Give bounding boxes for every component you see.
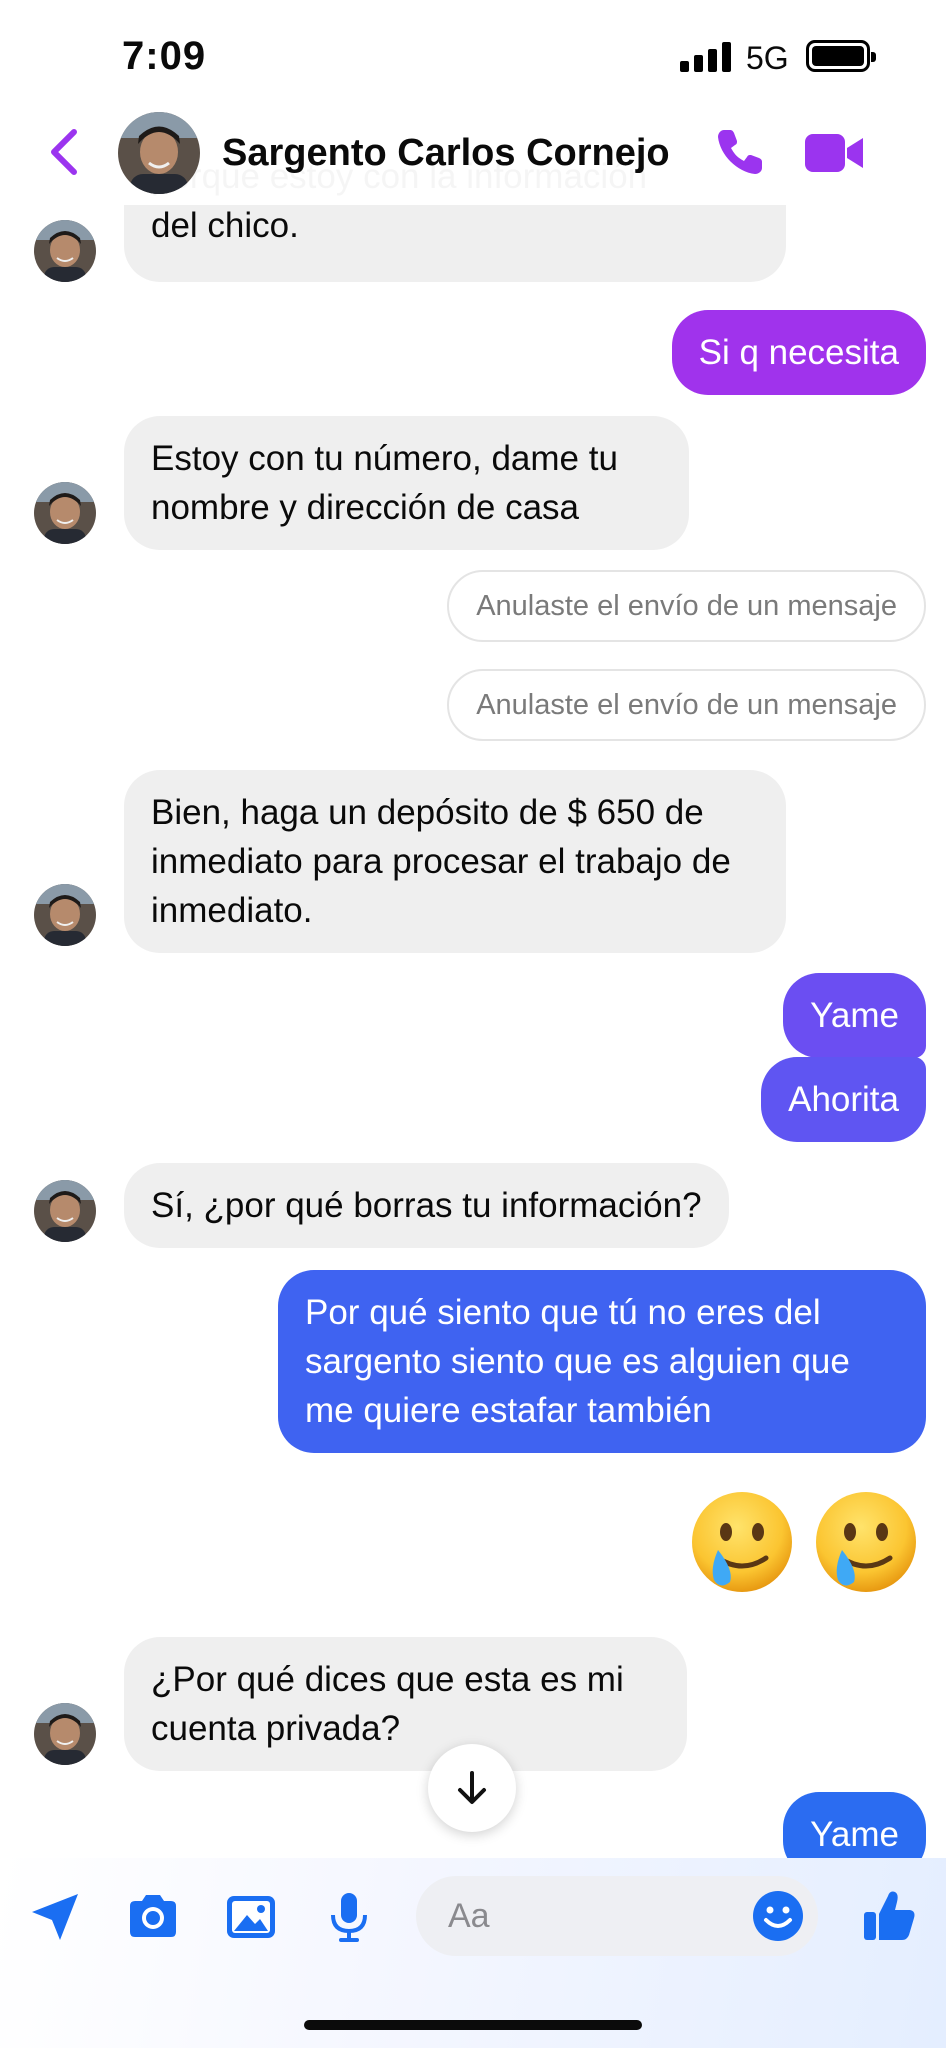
message-text: Ahorita [788,1080,899,1119]
avatar [34,220,96,282]
message-text: Yame [810,996,899,1035]
emoji-picker-icon[interactable] [750,1888,806,1944]
battery-icon [806,40,876,72]
message-incoming[interactable]: Sí, ¿por qué borras tu información? [124,1163,729,1248]
avatar [34,1703,96,1765]
message-text: Por qué siento que tú no eres del sargen… [305,1293,850,1430]
gallery-image-icon[interactable] [222,1888,280,1946]
tear-smile-emoji-icon[interactable] [812,1488,920,1596]
chat-header: Sargento Carlos Cornejo [0,100,946,205]
message-input-wrapper [416,1876,818,1956]
arrow-down-icon [458,1771,486,1804]
message-composer [0,1858,946,2048]
home-indicator [304,2020,642,2030]
message-incoming[interactable]: Bien, haga un depósito de $ 650 de inmed… [124,770,786,953]
camera-icon[interactable] [124,1888,182,1946]
avatar [34,884,96,946]
status-bar: 7:09 5G [0,0,946,110]
video-call-icon[interactable] [803,128,865,178]
contact-avatar[interactable] [118,112,200,194]
thumbs-up-icon[interactable] [858,1884,920,1946]
tear-smile-emoji-icon[interactable] [688,1488,796,1596]
message-text: Sí, ¿por qué borras tu información? [151,1186,702,1225]
avatar [34,1180,96,1242]
signal-strength-icon [680,42,731,72]
message-incoming[interactable]: Estoy con tu número, dame tu nombre y di… [124,416,689,550]
message-text: Yame [810,1815,899,1854]
back-chevron-icon[interactable] [40,122,90,182]
scroll-to-bottom-button[interactable] [428,1744,516,1832]
network-type: 5G [746,40,789,76]
status-time: 7:09 [122,34,207,78]
message-text: Si q necesita [698,333,899,372]
message-outgoing[interactable]: Ahorita [761,1057,926,1142]
message-text: Estoy con tu número, dame tu nombre y di… [151,439,618,527]
message-text: Bien, haga un depósito de $ 650 de inmed… [151,793,731,930]
unsent-message-notice: Anulaste el envío de un mensaje [447,570,926,642]
message-outgoing[interactable]: Si q necesita [671,310,926,395]
message-outgoing[interactable]: Por qué siento que tú no eres del sargen… [278,1270,926,1453]
unsent-message-notice: Anulaste el envío de un mensaje [447,669,926,741]
avatar [34,482,96,544]
message-input[interactable] [448,1876,728,1956]
message-outgoing[interactable]: Yame [783,973,926,1058]
message-text: ¿Por qué dices que esta es mi cuenta pri… [151,1660,624,1748]
location-arrow-icon[interactable] [26,1888,84,1946]
message-incoming[interactable]: ¿Por qué dices que esta es mi cuenta pri… [124,1637,687,1771]
contact-name[interactable]: Sargento Carlos Cornejo [222,132,670,175]
phone-call-icon[interactable] [712,124,768,180]
microphone-icon[interactable] [320,1888,378,1946]
